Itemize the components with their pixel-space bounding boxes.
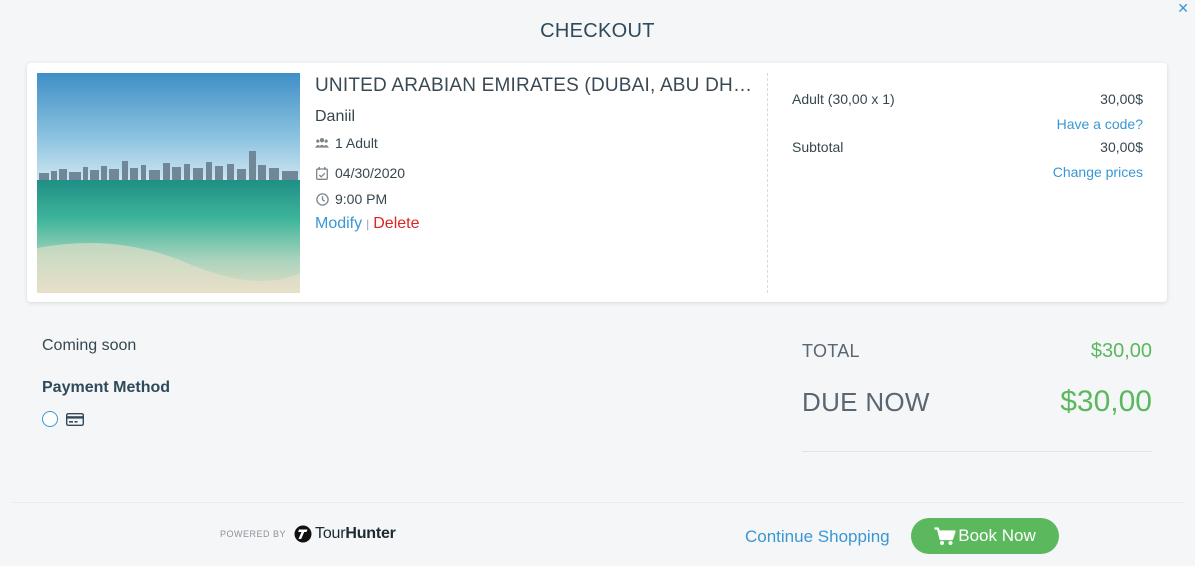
booking-actions: Modify | Delete <box>315 215 765 233</box>
payment-method-label: Payment Method <box>42 379 171 396</box>
date-row: 04/30/2020 <box>315 165 765 181</box>
change-prices-link[interactable]: Change prices <box>792 164 1143 180</box>
booking-time: 9:00 PM <box>335 191 388 207</box>
subtotal-amount: 30,00$ <box>1100 139 1143 155</box>
modify-link[interactable]: Modify <box>315 215 362 232</box>
brand-part-tour: Tour <box>315 525 346 542</box>
credit-card-icon <box>66 412 84 426</box>
total-row: TOTAL $30,00 <box>802 340 1152 363</box>
price-breakdown: Adult (30,00 x 1) 30,00$ Have a code? Su… <box>792 91 1143 180</box>
due-now-row: DUE NOW $30,00 <box>802 385 1152 419</box>
price-line-adult: Adult (30,00 x 1) 30,00$ <box>792 91 1143 107</box>
price-line-label: Adult (30,00 x 1) <box>792 91 895 107</box>
totals-divider <box>802 451 1152 452</box>
participants-row: 1 Adult <box>315 135 765 151</box>
payment-option-card <box>42 411 84 427</box>
have-code-link[interactable]: Have a code? <box>792 116 1143 132</box>
coming-soon-text: Coming soon <box>42 337 137 354</box>
due-now-value: $30,00 <box>1060 385 1152 418</box>
card-divider <box>767 73 768 293</box>
totals-panel: TOTAL $30,00 DUE NOW $30,00 <box>802 340 1152 419</box>
footer-divider <box>12 502 1184 503</box>
powered-by: POWERED BY TourHunter <box>220 525 396 543</box>
powered-by-text: POWERED BY <box>220 529 287 539</box>
close-icon[interactable]: ✕ <box>1177 1 1189 15</box>
total-value: $30,00 <box>1090 340 1152 362</box>
booking-card: UNITED ARABIAN EMIRATES (DUBAI, ABU DHAB… <box>27 63 1167 302</box>
tour-title: UNITED ARABIAN EMIRATES (DUBAI, ABU DHAB… <box>315 75 755 96</box>
subtotal-label: Subtotal <box>792 139 844 155</box>
calendar-check-icon <box>315 166 329 180</box>
users-icon <box>315 136 329 150</box>
clock-icon <box>315 192 329 206</box>
continue-shopping-link[interactable]: Continue Shopping <box>745 527 890 547</box>
price-line-amount: 30,00$ <box>1100 91 1143 107</box>
customer-name: Daniil <box>315 108 356 125</box>
shopping-cart-icon <box>934 526 956 546</box>
subtotal-row: Subtotal 30,00$ <box>792 139 1143 155</box>
page-title: CHECKOUT <box>540 20 655 42</box>
book-now-button[interactable]: Book Now <box>911 518 1059 554</box>
booking-date: 04/30/2020 <box>335 165 406 181</box>
tour-photo <box>37 73 300 293</box>
book-now-label: Book Now <box>958 526 1036 545</box>
total-label: TOTAL <box>802 341 860 361</box>
participants-text: 1 Adult <box>335 135 378 151</box>
payment-card-radio[interactable] <box>42 411 58 427</box>
due-now-label: DUE NOW <box>802 387 930 417</box>
tourhunter-logo-icon <box>294 525 312 543</box>
brand-part-hunter: Hunter <box>345 525 396 542</box>
brand-name: TourHunter <box>315 525 396 543</box>
time-row: 9:00 PM <box>315 191 765 207</box>
booking-info: UNITED ARABIAN EMIRATES (DUBAI, ABU DHAB… <box>315 75 765 233</box>
action-separator: | <box>366 217 370 231</box>
delete-link[interactable]: Delete <box>373 215 419 232</box>
